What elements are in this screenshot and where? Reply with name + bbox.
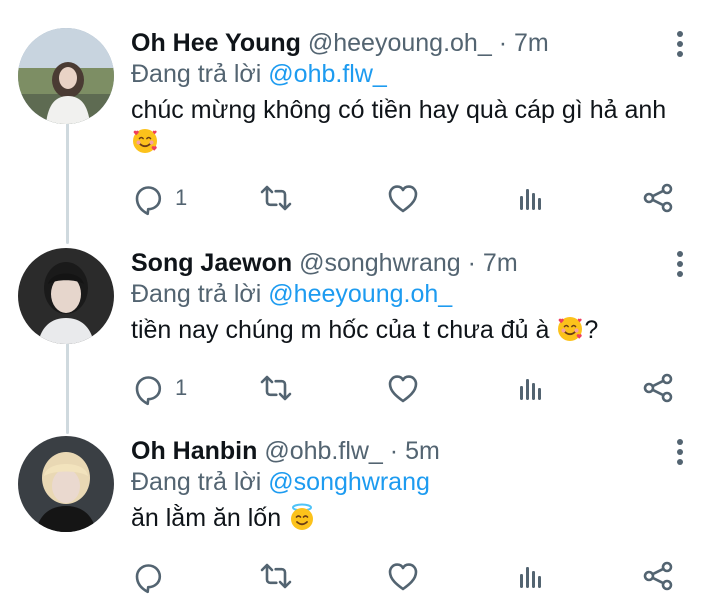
user-handle[interactable]: @ohb.flw_: [264, 437, 383, 465]
tweet-text-content: chúc mừng không có tiền hay quà cáp gì h…: [131, 96, 667, 124]
reply-button[interactable]: 1: [131, 368, 187, 408]
tweet-text-content: ăn lằm ăn lốn: [131, 504, 282, 532]
replying-to: Đang trả lời @ohb.flw_: [131, 58, 387, 90]
tweet-text: chúc mừng không có tiền hay quà cáp gì h…: [131, 94, 701, 158]
smiling-face-with-halo-icon: [290, 503, 315, 531]
replying-to: Đang trả lời @songhwrang: [131, 466, 430, 498]
reply-icon: [135, 186, 162, 216]
mention-link[interactable]: @heeyoung.oh_: [268, 280, 452, 308]
share-icon: [643, 561, 673, 591]
more-options-icon[interactable]: [666, 30, 694, 58]
retweet-button[interactable]: [258, 368, 294, 408]
share-icon: [643, 183, 673, 213]
mention-link[interactable]: @ohb.flw_: [268, 60, 387, 88]
views-button[interactable]: [513, 556, 549, 596]
action-bar: 1: [0, 368, 720, 408]
display-name[interactable]: Song Jaewon: [131, 249, 292, 277]
separator-dot: ·: [389, 437, 399, 465]
replying-to-label: Đang trả lời: [131, 468, 262, 496]
reply-tweet[interactable]: Oh Hee Young @heeyoung.oh_ · 7m Đang trả…: [0, 28, 720, 228]
views-button[interactable]: [513, 178, 549, 218]
separator-dot: ·: [467, 249, 476, 277]
reply-icon: [135, 564, 162, 594]
analytics-icon: [520, 189, 541, 210]
user-handle[interactable]: @heeyoung.oh_: [308, 29, 492, 57]
timestamp[interactable]: 5m: [405, 437, 440, 465]
display-name[interactable]: Oh Hee Young: [131, 29, 301, 57]
replying-to-label: Đang trả lời: [131, 280, 262, 308]
share-button[interactable]: [640, 368, 676, 408]
tweet-text-suffix: ?: [584, 316, 599, 344]
user-handle[interactable]: @songhwrang: [299, 249, 461, 277]
more-options-icon[interactable]: [666, 438, 694, 466]
heart-icon: [388, 185, 418, 213]
replying-to: Đang trả lời @heeyoung.oh_: [131, 278, 452, 310]
views-button[interactable]: [513, 368, 549, 408]
retweet-icon: [260, 375, 292, 401]
reply-count: 1: [175, 185, 188, 210]
mention-link[interactable]: @songhwrang: [268, 468, 430, 496]
avatar[interactable]: [18, 248, 114, 344]
avatar[interactable]: [18, 28, 114, 124]
avatar[interactable]: [18, 436, 114, 532]
tweet-text: tiền nay chúng m hốc của t chưa đủ à ?: [131, 314, 701, 346]
smiling-face-with-hearts-icon: [132, 128, 158, 154]
separator-dot: ·: [498, 29, 508, 57]
share-icon: [643, 373, 673, 403]
timestamp[interactable]: 7m: [514, 29, 549, 57]
share-button[interactable]: [640, 178, 676, 218]
display-name[interactable]: Oh Hanbin: [131, 437, 257, 465]
heart-icon: [388, 375, 418, 403]
tweet-header: Song Jaewon @songhwrang · 7m: [131, 248, 518, 278]
smiling-face-with-hearts-icon: [557, 316, 584, 342]
reply-button[interactable]: 1: [131, 178, 187, 218]
action-bar: [0, 556, 720, 596]
like-button[interactable]: [385, 178, 421, 218]
reply-count: 1: [175, 375, 188, 400]
tweet-text-content: tiền nay chúng m hốc của t chưa đủ à: [131, 316, 550, 344]
retweet-button[interactable]: [258, 556, 294, 596]
tweet-header: Oh Hanbin @ohb.flw_ · 5m: [131, 436, 440, 466]
retweet-icon: [260, 185, 292, 211]
share-button[interactable]: [640, 556, 676, 596]
reply-tweet[interactable]: Song Jaewon @songhwrang · 7m Đang trả lờ…: [0, 248, 720, 416]
like-button[interactable]: [385, 368, 421, 408]
analytics-icon: [520, 567, 541, 588]
retweet-button[interactable]: [258, 178, 294, 218]
tweet-text: ăn lằm ăn lốn: [131, 502, 701, 534]
reply-icon: [135, 376, 162, 406]
timestamp[interactable]: 7m: [483, 249, 518, 277]
heart-icon: [388, 563, 418, 591]
reply-tweet[interactable]: Oh Hanbin @ohb.flw_ · 5m Đang trả lời @s…: [0, 436, 720, 608]
replying-to-label: Đang trả lời: [131, 60, 262, 88]
more-options-icon[interactable]: [666, 250, 694, 278]
analytics-icon: [520, 379, 541, 400]
tweet-header: Oh Hee Young @heeyoung.oh_ · 7m: [131, 28, 549, 58]
reply-button[interactable]: [131, 556, 175, 596]
action-bar: 1: [0, 178, 720, 218]
retweet-icon: [260, 563, 292, 589]
like-button[interactable]: [385, 556, 421, 596]
